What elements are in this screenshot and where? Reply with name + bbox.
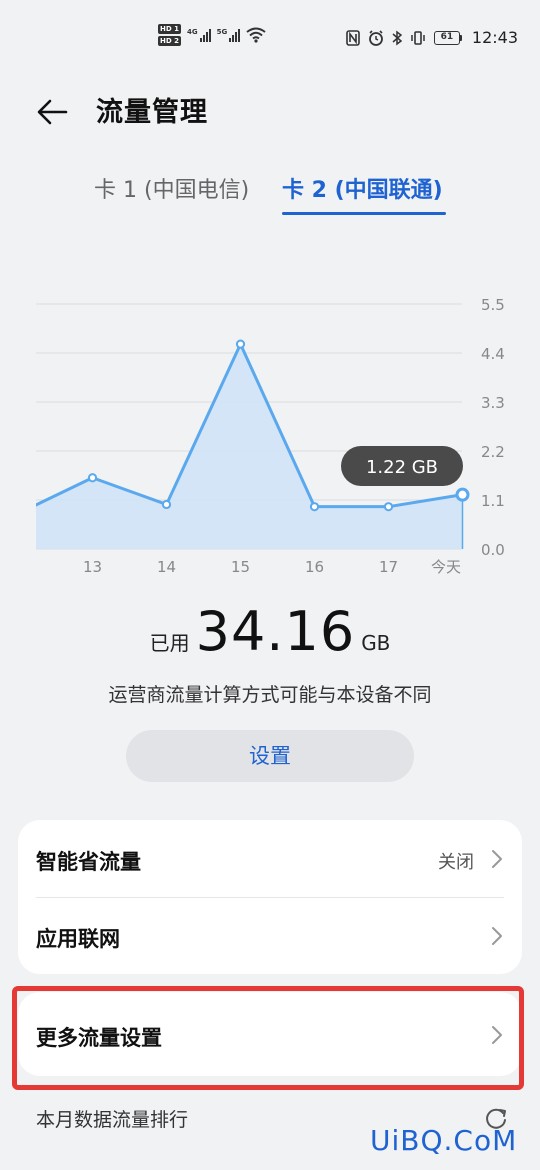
battery-icon: 61: [433, 30, 462, 45]
data-point: [309, 502, 320, 512]
watermark: UiBQ.CoM: [370, 1124, 518, 1157]
usage-value: 34.16: [195, 600, 356, 663]
signal-icon-sim2: 5G: [217, 28, 241, 42]
sim-tabs: 卡 1 (中国电信) 卡 2 (中国联通): [0, 172, 540, 222]
page-title: 流量管理: [96, 97, 208, 128]
alarm-icon: [368, 29, 383, 46]
data-point: [455, 487, 470, 502]
tab-sim2[interactable]: 卡 2 (中国联通): [282, 172, 443, 204]
usage-summary: 已用 34.16 GB: [0, 600, 540, 670]
usage-prefix: 已用: [149, 631, 190, 655]
network-type-1: 4G: [186, 28, 198, 36]
hd-indicators: HD 1 HD 2: [158, 24, 181, 46]
smart-save-value: 关闭: [438, 852, 474, 873]
status-bar: HD 1 HD 2 4G 5G 61 12:43: [0, 0, 540, 80]
app-network-row[interactable]: 应用联网: [18, 897, 522, 974]
x-tick-label: 17: [379, 558, 398, 576]
vibrate-icon: [411, 30, 425, 45]
header: 流量管理: [0, 82, 540, 138]
x-tick-label: 15: [231, 558, 250, 576]
chevron-right-icon: [492, 850, 502, 868]
nfc-icon: [346, 29, 360, 46]
chevron-right-icon: [492, 1026, 502, 1044]
ranking-label: 本月数据流量排行: [36, 1109, 189, 1131]
x-tick-label: 今天: [431, 558, 461, 576]
page: HD 1 HD 2 4G 5G 61 12:43 流量管理 卡 1 (中国电信)…: [0, 0, 540, 1170]
status-right: 61 12:43: [346, 28, 518, 47]
y-tick-label: 3.3: [481, 394, 505, 412]
hd2-badge: HD 2: [158, 36, 181, 46]
status-left: HD 1 HD 2 4G 5G: [158, 24, 266, 46]
data-point: [161, 499, 172, 510]
data-point: [87, 473, 98, 483]
hd1-badge: HD 1: [158, 24, 181, 34]
usage-chart-svg: 0.0 1.1 2.2 3.3 4.4 5.5 1.22 GB 13 14 15 16 17 今天: [36, 296, 505, 576]
active-tab-indicator: [282, 212, 446, 215]
wifi-icon: [246, 27, 266, 43]
settings-card: 智能省流量 关闭 应用联网: [18, 820, 522, 974]
more-settings-card: 更多流量设置: [18, 992, 522, 1076]
signal-icon-sim1: 4G: [187, 28, 211, 42]
more-data-settings-label: 更多流量设置: [36, 1026, 162, 1050]
y-tick-label: 1.1: [481, 492, 505, 510]
usage-chart: 0.0 1.1 2.2 3.3 4.4 5.5 1.22 GB 13 14 15 16 17 今天: [0, 280, 540, 590]
y-tick-label: 0.0: [481, 541, 505, 559]
network-type-2: 5G: [216, 28, 228, 36]
smart-save-row[interactable]: 智能省流量 关闭: [18, 820, 522, 898]
more-data-settings-row[interactable]: 更多流量设置: [18, 992, 522, 1076]
bluetooth-icon: [392, 30, 402, 45]
data-point: [235, 339, 246, 349]
carrier-note: 运营商流量计算方式可能与本设备不同: [108, 684, 432, 706]
usage-unit: GB: [361, 631, 391, 655]
y-tick-label: 2.2: [481, 443, 505, 461]
battery-level: 61: [433, 30, 460, 45]
y-tick-label: 5.5: [481, 296, 505, 314]
x-tick-label: 14: [157, 558, 176, 576]
x-tick-label: 13: [83, 558, 102, 576]
data-point: [383, 502, 394, 512]
tab-sim1[interactable]: 卡 1 (中国电信): [94, 172, 249, 204]
tooltip-value: 1.22 GB: [366, 457, 438, 478]
back-arrow-icon[interactable]: [30, 88, 76, 134]
app-network-label: 应用联网: [36, 927, 120, 951]
settings-button[interactable]: 设置: [126, 730, 414, 782]
chevron-right-icon: [492, 927, 502, 945]
smart-save-label: 智能省流量: [36, 850, 141, 874]
x-tick-label: 16: [305, 558, 324, 576]
status-time: 12:43: [471, 28, 518, 47]
y-tick-label: 4.4: [481, 345, 505, 363]
